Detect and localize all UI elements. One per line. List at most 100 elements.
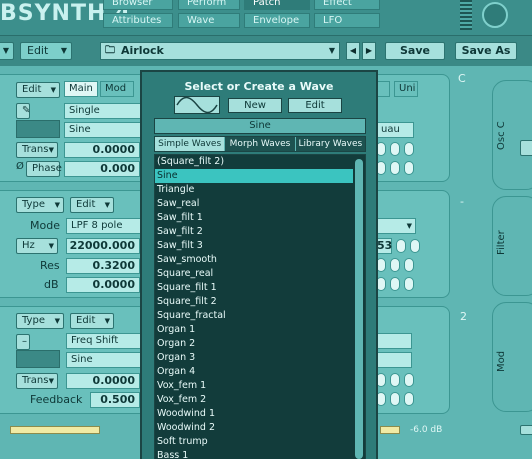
list-item[interactable]: Square_fractal (155, 309, 353, 323)
output-level-slider-end[interactable] (380, 426, 400, 434)
filter-type-button[interactable]: Type ▼ (16, 197, 64, 213)
filter-mode-select[interactable]: LPF 8 pole (66, 218, 146, 234)
filter-right-select[interactable]: ▼ (376, 218, 416, 234)
chevron-down-icon: ▼ (406, 222, 412, 230)
shift-pill-toggle[interactable] (390, 392, 400, 406)
filter-module-label: Filter (496, 230, 507, 255)
osc-c-button[interactable] (520, 140, 532, 156)
list-item[interactable]: Saw_smooth (155, 253, 353, 267)
list-item[interactable]: Triangle (155, 183, 353, 197)
osc-pill-toggle[interactable] (404, 161, 414, 175)
edit-wave-button[interactable]: Edit (288, 98, 342, 113)
shift-trans-value[interactable]: 0.0000 (66, 373, 140, 389)
shift-wave-select[interactable]: Sine (66, 352, 146, 368)
output-level-slider[interactable] (10, 426, 100, 434)
output-toggle[interactable] (520, 425, 532, 435)
master-volume-knob[interactable] (482, 2, 508, 28)
osc-pill-toggle[interactable] (390, 161, 400, 175)
main-menu-button[interactable]: ▼ (0, 42, 14, 60)
list-item[interactable]: Saw_filt 1 (155, 211, 353, 225)
tab-simple-waves[interactable]: Simple Waves (155, 137, 226, 151)
osc-right-tab-partial[interactable] (376, 81, 390, 97)
tab-perform[interactable]: Perform (178, 0, 240, 10)
filter-pill-toggle[interactable] (396, 239, 406, 253)
filter-pill-toggle[interactable] (404, 277, 414, 291)
filter-pill-toggle[interactable] (404, 258, 414, 272)
list-item[interactable]: Saw_real (155, 197, 353, 211)
osc-pill-toggle[interactable] (404, 142, 414, 156)
list-item[interactable]: Woodwind 2 (155, 421, 353, 435)
shift-edit-button[interactable]: Edit ▼ (70, 313, 114, 329)
osc-edit-button[interactable]: Edit ▼ (16, 82, 60, 98)
tab-wave[interactable]: Wave (178, 13, 240, 28)
pencil-icon[interactable]: ✎ (16, 103, 30, 119)
list-item[interactable]: Soft trump (155, 435, 353, 449)
tab-library-waves[interactable]: Library Waves (296, 137, 365, 151)
list-item[interactable]: Organ 4 (155, 365, 353, 379)
list-item[interactable]: (Square_filt 2) (155, 155, 353, 169)
shift-wave-preview[interactable] (16, 350, 60, 368)
tab-patch[interactable]: Patch (244, 0, 310, 10)
list-item[interactable]: Sine (155, 169, 353, 183)
previous-preset-button[interactable]: ◀ (346, 42, 360, 60)
shift-feedback-value[interactable]: 0.500 (90, 392, 140, 408)
shift-right-field[interactable] (376, 333, 412, 349)
filter-right-value[interactable]: 53 (376, 238, 392, 254)
shift-pill-toggle[interactable] (404, 373, 414, 387)
tab-effect[interactable]: Effect (314, 0, 380, 10)
osc-right-value[interactable]: uau (376, 122, 414, 138)
shift-right-field[interactable] (376, 352, 412, 368)
shift-type-button[interactable]: Type ▼ (16, 313, 64, 329)
shift-mode-select[interactable]: Freq Shift (66, 333, 146, 349)
save-button[interactable]: Save (385, 42, 445, 60)
list-item[interactable]: Woodwind 1 (155, 407, 353, 421)
filter-pill-toggle[interactable] (410, 239, 420, 253)
preset-name: Airlock (121, 44, 164, 57)
tab-morph-waves[interactable]: Morph Waves (225, 137, 296, 151)
shift-pill-toggle[interactable] (404, 392, 414, 406)
list-item[interactable]: Saw_filt 2 (155, 225, 353, 239)
osc-wave-preview[interactable] (16, 120, 60, 138)
preset-selector[interactable]: 🗀 Airlock ▼ (100, 42, 340, 60)
phase-button[interactable]: Phase (26, 161, 62, 177)
osc-pill-toggle[interactable] (390, 142, 400, 156)
trans-menu-button[interactable]: Trans ▼ (16, 142, 58, 158)
wave-list-scrollbar[interactable] (355, 159, 363, 459)
list-item[interactable]: Organ 2 (155, 337, 353, 351)
filter-pill-toggle[interactable] (390, 277, 400, 291)
filter-edit-button[interactable]: Edit ▼ (70, 197, 114, 213)
shift-trans-menu-button[interactable]: Trans ▼ (16, 373, 58, 389)
filter-pill-toggle[interactable] (390, 258, 400, 272)
tab-main[interactable]: Main (64, 81, 98, 97)
osc-wave-select[interactable]: Sine (64, 122, 144, 138)
list-item[interactable]: Vox_fem 2 (155, 393, 353, 407)
filter-hz-value[interactable]: 22000.000 (66, 238, 140, 254)
save-as-button[interactable]: Save As (455, 42, 517, 60)
tab-lfo[interactable]: LFO (314, 13, 380, 28)
list-item[interactable]: Bass 1 (155, 449, 353, 459)
osc-phase-value[interactable]: 0.000 (64, 161, 140, 177)
tab-mod[interactable]: Mod (100, 81, 134, 97)
hz-label: Hz (22, 240, 35, 251)
new-wave-button[interactable]: New (228, 98, 282, 113)
shift-pill-toggle[interactable] (390, 373, 400, 387)
edit-menu-button[interactable]: Edit ▼ (20, 42, 72, 60)
tab-envelope[interactable]: Envelope (244, 13, 310, 28)
filter-res-value[interactable]: 0.3200 (66, 258, 140, 274)
list-item[interactable]: Square_filt 2 (155, 295, 353, 309)
osc-trans-value[interactable]: 0.0000 (64, 142, 140, 158)
tab-uni[interactable]: Uni (394, 81, 418, 97)
tab-attributes[interactable]: Attributes (103, 13, 173, 28)
list-item[interactable]: Square_filt 1 (155, 281, 353, 295)
tab-browser[interactable]: Browser (103, 0, 173, 10)
osc-mode-select[interactable]: Single (64, 103, 144, 119)
list-item[interactable]: Vox_fem 1 (155, 379, 353, 393)
list-item[interactable]: Square_real (155, 267, 353, 281)
filter-db-value[interactable]: 0.0000 (66, 277, 140, 293)
list-item[interactable]: Saw_filt 3 (155, 239, 353, 253)
list-item[interactable]: Organ 3 (155, 351, 353, 365)
next-preset-button[interactable]: ▶ (362, 42, 376, 60)
hz-menu-button[interactable]: Hz ▼ (16, 238, 58, 254)
list-item[interactable]: Organ 1 (155, 323, 353, 337)
minus-icon[interactable]: – (16, 334, 30, 350)
